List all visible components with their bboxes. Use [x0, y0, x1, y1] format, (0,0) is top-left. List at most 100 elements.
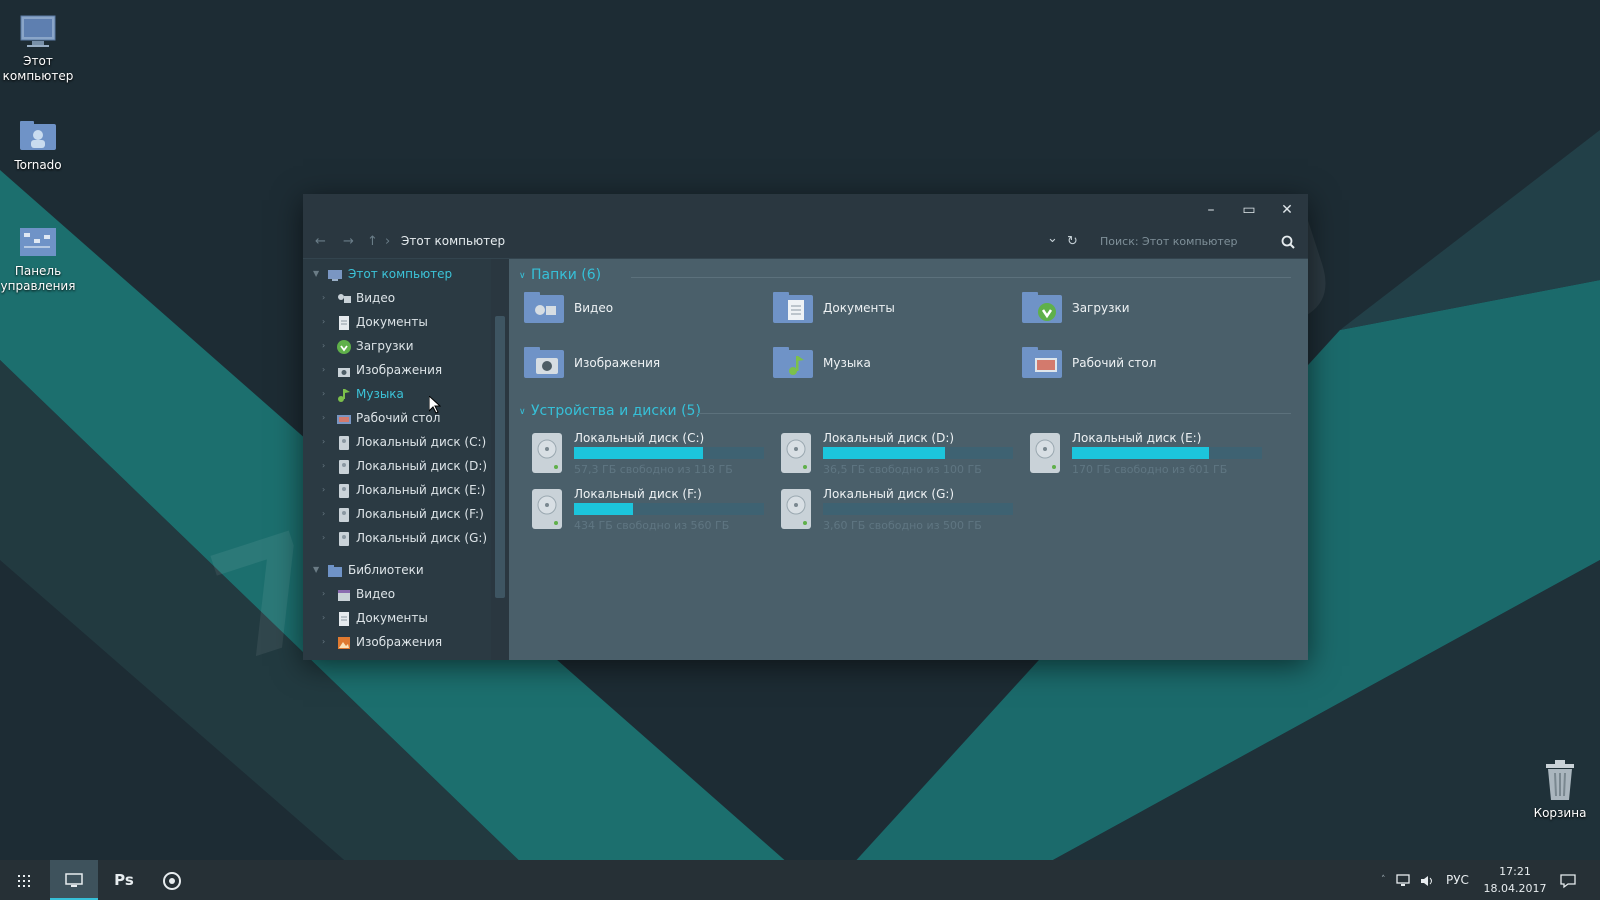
volume-icon[interactable] — [1420, 860, 1436, 900]
sidebar-item-video[interactable]: › Видео — [303, 287, 491, 309]
document-icon — [337, 315, 351, 330]
sidebar-library-pictures[interactable]: › Изображения — [303, 631, 491, 653]
back-button[interactable]: ← — [315, 234, 326, 249]
desktop-icon-recycle-bin[interactable]: Корзина — [1522, 760, 1598, 820]
drive-g[interactable]: Локальный диск (G:) 3,60 ГБ свободно из … — [773, 487, 1013, 537]
expand-arrow-icon[interactable]: › — [322, 527, 325, 549]
sidebar-item-drive-g[interactable]: › Локальный диск (G:) — [303, 527, 491, 549]
close-icon: ✕ — [1281, 202, 1293, 218]
hard-drive-icon — [337, 435, 351, 450]
network-icon[interactable] — [1396, 860, 1412, 900]
drive-c[interactable]: Локальный диск (C:) 57,3 ГБ свободно из … — [524, 431, 764, 481]
folder-music[interactable]: Музыка — [773, 344, 1003, 384]
hard-drive-icon — [337, 531, 351, 546]
drive-f[interactable]: Локальный диск (F:) 434 ГБ свободно из 5… — [524, 487, 764, 537]
clapperboard-icon — [337, 587, 351, 601]
sidebar-item-pictures[interactable]: › Изображения — [303, 359, 491, 381]
title-bar[interactable]: – ▭ ✕ — [303, 194, 1308, 226]
sidebar-item-drive-d[interactable]: › Локальный диск (D:) — [303, 455, 491, 477]
forward-button[interactable]: → — [343, 234, 354, 249]
close-button[interactable]: ✕ — [1268, 194, 1306, 226]
taskbar-chrome-button[interactable] — [148, 860, 196, 900]
expand-arrow-icon[interactable]: › — [322, 479, 325, 501]
address-dropdown-icon[interactable]: ⌄ — [1047, 231, 1058, 246]
trash-icon — [1542, 760, 1578, 802]
drive-d[interactable]: Локальный диск (D:) 36,5 ГБ свободно из … — [773, 431, 1013, 481]
monitor-icon — [18, 14, 58, 50]
sidebar-library-video[interactable]: › Видео — [303, 583, 491, 605]
hard-drive-icon — [1030, 433, 1060, 475]
maximize-button[interactable]: ▭ — [1230, 194, 1268, 226]
folder-downloads[interactable]: Загрузки — [1022, 289, 1252, 329]
hard-drive-icon — [781, 489, 811, 531]
clock-time: 17:21 — [1499, 865, 1531, 878]
sidebar-scrollbar-thumb[interactable] — [495, 316, 505, 598]
expand-arrow-icon[interactable]: ▼ — [313, 263, 319, 285]
sidebar-item-desktop[interactable]: › Рабочий стол — [303, 407, 491, 429]
expand-arrow-icon[interactable]: ▼ — [313, 559, 319, 581]
folder-pictures[interactable]: Изображения — [524, 344, 754, 384]
sidebar-item-documents[interactable]: › Документы — [303, 311, 491, 333]
minimize-button[interactable]: – — [1192, 194, 1230, 226]
drive-usage-bar — [1072, 447, 1262, 459]
sidebar-library-documents[interactable]: › Документы — [303, 607, 491, 629]
drive-e[interactable]: Локальный диск (E:) 170 ГБ свободно из 6… — [1022, 431, 1262, 481]
collapse-chevron-icon[interactable]: ∨ — [519, 407, 526, 417]
folders-group-title[interactable]: Папки (6) — [531, 267, 601, 283]
video-icon — [337, 291, 351, 305]
drive-usage-fill — [1072, 447, 1209, 459]
sidebar-item-drive-e[interactable]: › Локальный диск (E:) — [303, 479, 491, 501]
expand-arrow-icon[interactable]: › — [322, 631, 325, 653]
expand-arrow-icon[interactable]: › — [322, 503, 325, 525]
breadcrumb[interactable]: Этот компьютер — [401, 234, 505, 248]
collapse-chevron-icon[interactable]: ∨ — [519, 271, 526, 281]
drive-usage-bar — [823, 503, 1013, 515]
clock-date: 18.04.2017 — [1483, 882, 1547, 895]
folder-video[interactable]: Видео — [524, 289, 754, 329]
desktop-icon-control-panel[interactable]: Панель управления — [0, 224, 76, 294]
search-icon[interactable] — [1281, 234, 1295, 253]
expand-arrow-icon[interactable]: › — [322, 455, 325, 477]
expand-arrow-icon[interactable]: › — [322, 607, 325, 629]
up-button[interactable]: ↑ — [367, 234, 378, 249]
sidebar-item-music[interactable]: › Музыка — [303, 383, 491, 405]
clock[interactable]: 17:21 18.04.2017 — [1480, 863, 1550, 897]
taskbar-explorer-button[interactable] — [50, 860, 98, 900]
documents-folder-icon — [773, 289, 815, 325]
pictures-folder-icon — [524, 344, 566, 380]
tree-root-libraries[interactable]: ▼ Библиотеки — [303, 559, 491, 581]
expand-arrow-icon[interactable]: › — [322, 407, 325, 429]
search-input[interactable]: Поиск: Этот компьютер — [1100, 235, 1238, 248]
expand-arrow-icon[interactable]: › — [322, 359, 325, 381]
desktop-icon — [337, 411, 351, 425]
notification-icon[interactable] — [1560, 860, 1576, 900]
refresh-button[interactable]: ↻ — [1067, 234, 1078, 249]
sidebar-item-downloads[interactable]: › Загрузки — [303, 335, 491, 357]
hard-drive-icon — [337, 459, 351, 474]
expand-arrow-icon[interactable]: › — [322, 583, 325, 605]
desktop-icon-tornado[interactable]: Tornado — [0, 118, 76, 173]
start-button[interactable] — [0, 860, 48, 900]
music-note-icon — [337, 387, 351, 402]
expand-arrow-icon[interactable]: › — [322, 383, 325, 405]
explorer-icon — [65, 870, 83, 889]
language-indicator[interactable]: РУС — [1446, 860, 1469, 900]
sidebar-item-drive-c[interactable]: › Локальный диск (C:) — [303, 431, 491, 453]
expand-arrow-icon[interactable]: › — [322, 431, 325, 453]
tray-overflow-icon[interactable]: ˄ — [1381, 860, 1386, 900]
expand-arrow-icon[interactable]: › — [322, 335, 325, 357]
desktop-icon-label: Этот компьютер — [2, 54, 74, 83]
sidebar-item-drive-f[interactable]: › Локальный диск (F:) — [303, 503, 491, 525]
folder-desktop[interactable]: Рабочий стол — [1022, 344, 1252, 384]
expand-arrow-icon[interactable]: › — [322, 311, 325, 333]
drives-group-title[interactable]: Устройства и диски (5) — [531, 403, 701, 419]
hard-drive-icon — [337, 483, 351, 498]
taskbar-photoshop-button[interactable]: Ps — [100, 860, 148, 900]
breadcrumb-separator: › — [385, 234, 391, 249]
folder-documents[interactable]: Документы — [773, 289, 1003, 329]
expand-arrow-icon[interactable]: › — [322, 287, 325, 309]
downloads-folder-icon — [1022, 289, 1064, 325]
desktop-icon-this-pc[interactable]: Этот компьютер — [0, 14, 76, 84]
picture-icon — [337, 635, 351, 649]
tree-root-this-pc[interactable]: ▼ Этот компьютер — [303, 263, 491, 285]
